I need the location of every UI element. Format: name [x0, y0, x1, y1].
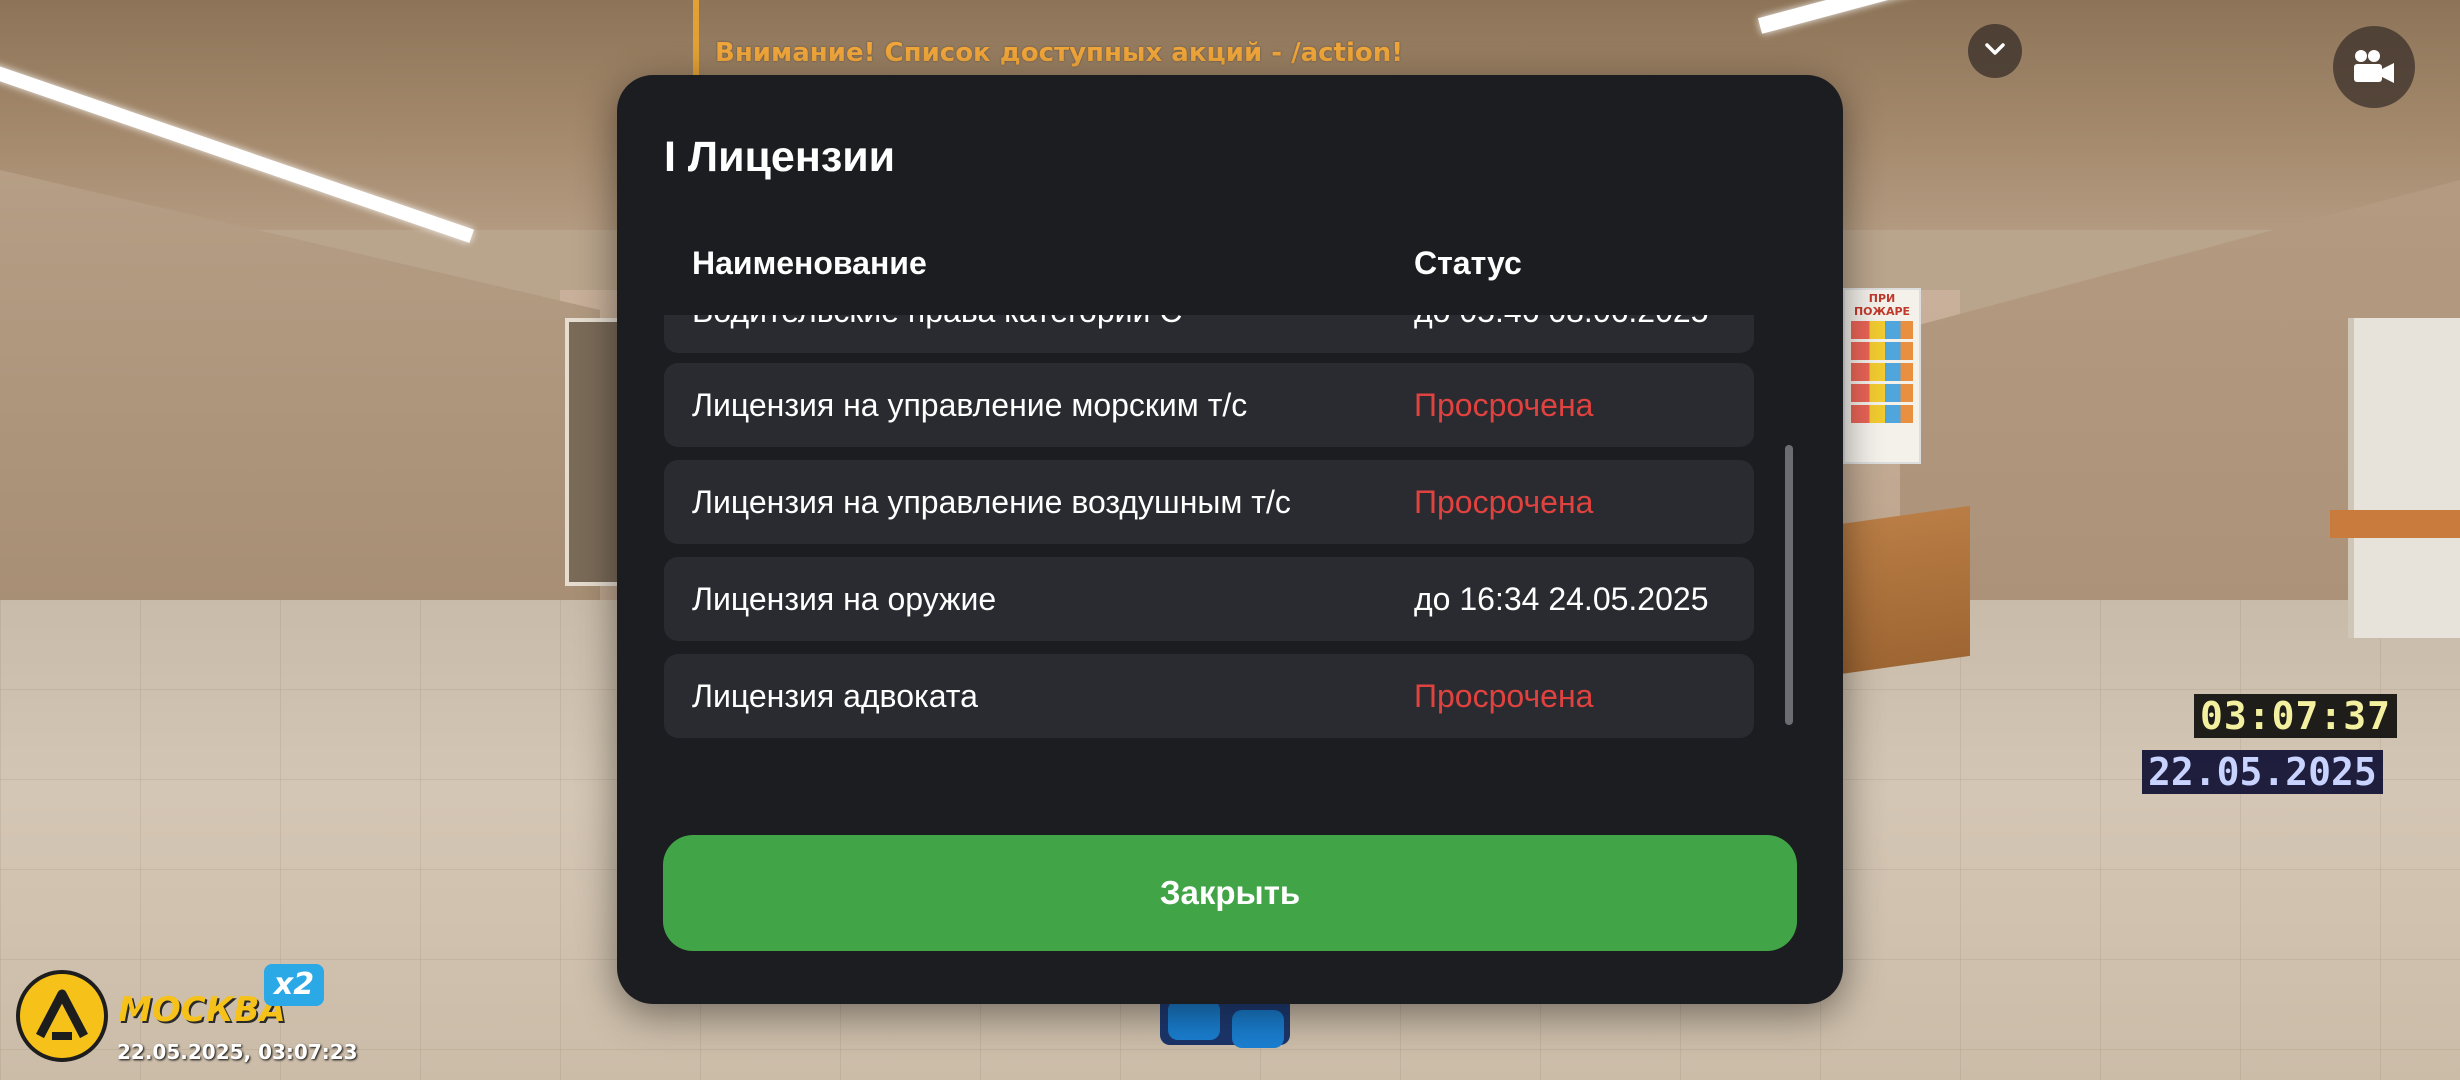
player-shoe	[1168, 1000, 1220, 1040]
license-status: до 05:46 08.06.2025	[1414, 315, 1708, 353]
hud-clock-date: 22.05.2025	[2142, 750, 2383, 794]
bench	[2330, 510, 2460, 538]
wooden-cabinet	[1840, 505, 1970, 675]
multiplier-badge: x2	[264, 964, 324, 1006]
license-row[interactable]: Лицензия на оружие до 16:34 24.05.2025	[664, 557, 1754, 641]
license-status: Просрочена	[1414, 484, 1594, 520]
chevron-down-icon	[1980, 34, 2010, 69]
collapse-chat-button[interactable]	[1968, 24, 2022, 78]
fire-safety-poster: ПРИ ПОЖАРЕ	[1843, 288, 1921, 464]
licenses-list[interactable]: Водительские права категории C до 05:46 …	[664, 315, 1754, 855]
dialog-title: I Лицензии	[664, 133, 896, 181]
camera-icon	[2352, 48, 2396, 91]
license-name: Лицензия на управление морским т/с	[692, 387, 1248, 423]
license-name: Лицензия адвоката	[692, 678, 978, 714]
server-timestamp: 22.05.2025, 03:07:23	[117, 1040, 358, 1064]
license-status: Просрочена	[1414, 387, 1594, 423]
license-row[interactable]: Водительские права категории C до 05:46 …	[664, 315, 1754, 353]
poster-header: ПРИ ПОЖАРЕ	[1853, 292, 1911, 318]
license-name: Водительские права категории C	[692, 315, 1182, 353]
column-header-name: Наименование	[692, 245, 927, 281]
license-name: Лицензия на управление воздушным т/с	[692, 484, 1291, 520]
license-status: до 16:34 24.05.2025	[1414, 581, 1709, 617]
player-shoe	[1232, 1010, 1284, 1048]
license-row[interactable]: Лицензия на управление морским т/с Проср…	[664, 363, 1754, 447]
hud-clock-time: 03:07:37	[2194, 694, 2398, 738]
license-row[interactable]: Лицензия на управление воздушным т/с Про…	[664, 460, 1754, 544]
license-status: Просрочена	[1414, 678, 1594, 714]
server-logo	[16, 970, 108, 1062]
camera-button[interactable]	[2333, 26, 2415, 108]
server-name: МОСКВА	[118, 990, 286, 1030]
column-header-status: Статус	[1414, 245, 1522, 281]
chat-message: Внимание! Список доступных акций - /acti…	[715, 38, 1404, 68]
scrollbar-thumb[interactable]	[1785, 445, 1793, 725]
licenses-dialog: I Лицензии Наименование Статус Водительс…	[617, 75, 1843, 1004]
license-row[interactable]: Лицензия адвоката Просрочена	[664, 654, 1754, 738]
doorway-right	[2348, 318, 2460, 638]
list-scrollbar[interactable]	[1785, 445, 1793, 725]
license-name: Лицензия на оружие	[692, 581, 997, 617]
close-button[interactable]: Закрыть	[663, 835, 1797, 951]
